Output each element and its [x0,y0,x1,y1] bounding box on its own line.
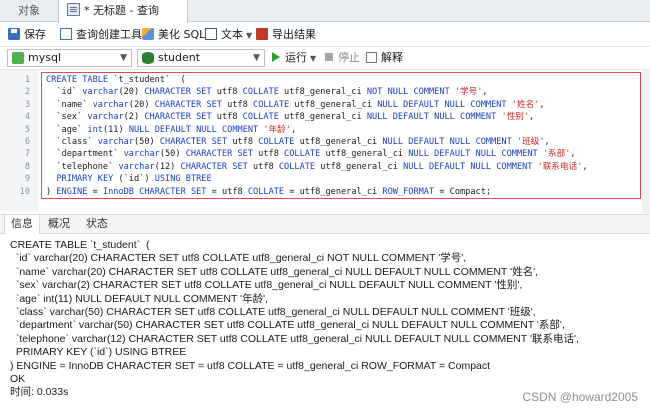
chevron-down-icon: ▼ [310,54,317,63]
code-line: 5 `age` int(11) NULL DEFAULT NULL COMMEN… [0,124,640,136]
code-text: `class` varchar(50) CHARACTER SET utf8 C… [46,137,550,147]
code-line: 1 CREATE TABLE `t_student` ( [0,74,640,86]
code-text: `id` varchar(20) CHARACTER SET utf8 COLL… [46,87,488,98]
line-number: 1 [24,75,30,85]
query-builder-button[interactable]: 查询创建工具 [60,27,142,43]
stop-label: 停止 [338,51,360,64]
output-line: `age` int(11) NULL DEFAULT NULL COMMENT … [10,292,269,305]
code-line: 8 `telephone` varchar(12) CHARACTER SET … [0,161,640,173]
query-builder-icon [60,28,72,40]
tab-summary[interactable]: 概况 [42,215,76,233]
editor-scrollbar[interactable] [642,70,650,213]
output-line: 时间: 0.033s [10,386,69,399]
text-icon [205,28,217,40]
database-icon [142,52,154,64]
code-text: `telephone` varchar(12) CHARACTER SET ut… [46,161,588,172]
save-button[interactable]: 保存 [8,27,46,43]
output-line: PRIMARY KEY (`id`) USING BTREE [10,346,187,359]
run-label: 运行 [285,51,307,64]
tab-status[interactable]: 状态 [80,215,114,233]
code-text: `sex` varchar(2) CHARACTER SET utf8 COLL… [46,112,535,123]
output-line: `id` varchar(20) CHARACTER SET utf8 COLL… [10,252,467,265]
query-builder-label: 查询创建工具 [76,28,142,41]
connection-select[interactable]: mysql ▼ [7,49,132,67]
line-number: 4 [24,112,30,123]
text-button[interactable]: 文本 ▼ [205,27,252,43]
output-line: CREATE TABLE `t_student` ( [10,239,150,251]
play-icon [272,52,280,62]
code-text: `age` int(11) NULL DEFAULT NULL COMMENT … [46,124,297,135]
export-results-button[interactable]: 导出结果 [256,27,316,43]
explain-icon [366,52,377,63]
line-number: 3 [24,99,30,110]
beautify-icon [142,28,154,40]
stop-icon [325,53,333,61]
query-toolbar: 保存 查询创建工具 美化 SQL 文本 ▼ 导出结果 [0,23,650,47]
tab-objects[interactable]: 对象 [0,0,58,22]
line-number: 7 [24,149,30,160]
line-number: 8 [24,161,30,172]
save-label: 保存 [24,28,46,41]
explain-label: 解释 [381,51,403,64]
message-output: CREATE TABLE `t_student` ( `id` varchar(… [0,234,650,410]
text-label: 文本 [221,28,243,41]
document-tab-bar: 对象 * 无标题 - 查询 [0,0,650,23]
code-line: 10 ) ENGINE = InnoDB CHARACTER SET = utf8… [0,186,640,198]
code-text: `name` varchar(20) CHARACTER SET utf8 CO… [46,99,545,110]
code-text: PRIMARY KEY (`id`) USING BTREE [56,174,212,185]
result-tab-bar: 信息 概况 状态 [0,214,650,234]
line-number: 2 [24,87,30,98]
database-value: student [158,51,201,64]
output-line: `name` varchar(20) CHARACTER SET utf8 CO… [10,265,539,278]
chevron-down-icon: ▼ [246,31,253,40]
query-icon [67,3,80,16]
connection-bar: mysql ▼ student ▼ 运行 ▼ 停止 解释 [0,47,650,69]
output-line: ) ENGINE = InnoDB CHARACTER SET = utf8 C… [10,359,491,372]
connection-icon [12,52,24,64]
line-number: 10 [19,186,30,197]
export-label: 导出结果 [272,28,316,41]
line-number: 5 [24,124,30,135]
explain-button[interactable]: 解释 [366,50,403,66]
output-line: `class` varchar(50) CHARACTER SET utf8 C… [10,306,536,318]
connection-value: mysql [28,51,61,64]
tab-info[interactable]: 信息 [4,215,40,234]
code-line: 4 `sex` varchar(2) CHARACTER SET utf8 CO… [0,111,640,123]
code-text: CREATE TABLE `t_student` ( [46,75,186,85]
code-text: ) ENGINE = InnoDB CHARACTER SET = utf8 C… [46,186,492,197]
output-line: `department` varchar(50) CHARACTER SET u… [10,319,565,332]
tab-query-label: * 无标题 - 查询 [84,4,159,17]
tab-query[interactable]: * 无标题 - 查询 [58,0,188,23]
export-icon [256,28,268,40]
code-line: 6 `class` varchar(50) CHARACTER SET utf8… [0,136,640,148]
chevron-down-icon: ▼ [253,53,260,63]
line-number: 6 [24,137,30,147]
beautify-label: 美化 SQL [158,28,206,41]
run-button[interactable]: 运行 ▼ [272,50,316,66]
chevron-down-icon: ▼ [120,53,127,63]
stop-button[interactable]: 停止 [325,50,360,66]
sql-editor[interactable]: 1 CREATE TABLE `t_student` (2 `id` varcha… [0,69,650,213]
database-select[interactable]: student ▼ [137,49,265,67]
output-line: `sex` varchar(2) CHARACTER SET utf8 COLL… [10,279,523,292]
code-line: 7 `department` varchar(50) CHARACTER SET… [0,148,640,160]
code-line: 3 `name` varchar(20) CHARACTER SET utf8 … [0,99,640,111]
line-number: 9 [24,174,30,185]
output-line: OK [10,373,26,385]
watermark: CSDN @howard2005 [522,390,638,404]
code-line: 9 PRIMARY KEY (`id`) USING BTREE [0,173,640,185]
save-icon [8,28,20,40]
code-line: 2 `id` varchar(20) CHARACTER SET utf8 CO… [0,86,640,98]
beautify-sql-button[interactable]: 美化 SQL [142,27,205,43]
code-text: `department` varchar(50) CHARACTER SET u… [46,149,576,160]
output-line: `telephone` varchar(12) CHARACTER SET ut… [10,332,579,345]
